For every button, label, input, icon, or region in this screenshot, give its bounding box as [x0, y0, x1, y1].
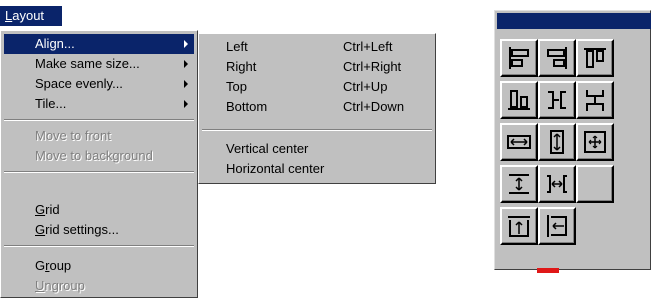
- accel-letter: U: [35, 278, 45, 293]
- same-width-icon: [507, 135, 531, 149]
- menu-item-label: Ungroup: [35, 276, 85, 296]
- menu-separator: [4, 119, 194, 121]
- submenu-item-label: Top: [226, 79, 247, 94]
- menu-item-space-evenly[interactable]: Space evenly...: [4, 74, 194, 94]
- align-right-button[interactable]: [538, 39, 576, 77]
- menu-item-grid-settings[interactable]: Grid settings...: [4, 220, 194, 240]
- submenu-item-left[interactable]: Left Ctrl+Left: [202, 37, 432, 57]
- submenu-item-label: Left: [226, 39, 248, 54]
- same-size-icon: [584, 131, 606, 153]
- space-vertical-button[interactable]: [500, 165, 538, 203]
- menu-item-move-to-front: Move to front: [4, 126, 194, 146]
- align-left-icon: [509, 47, 529, 69]
- accel-letter: G: [35, 222, 46, 237]
- submenu-item-label: Horizontal center: [226, 161, 325, 176]
- menu-item-label: Grid: [35, 200, 60, 220]
- tile-vertical-icon: [508, 216, 530, 237]
- layout-dropdown-menu: Align... Make same size... Space evenly.…: [0, 30, 198, 298]
- accel-letter: G: [35, 202, 46, 217]
- align-top-button[interactable]: [576, 39, 614, 77]
- submenu-item-label: Bottom: [226, 99, 268, 114]
- shortcut-text: Ctrl+Down: [343, 99, 405, 114]
- align-right-icon: [547, 47, 567, 69]
- vertical-center-button[interactable]: [538, 81, 576, 119]
- shortcut-text: Ctrl+Left: [343, 39, 393, 54]
- layout-menu-title[interactable]: Layout: [0, 6, 62, 26]
- menu-item-label: Align...: [35, 36, 75, 51]
- submenu-item-horizontal-center[interactable]: Horizontal center: [202, 159, 432, 179]
- label-rest: rid: [45, 202, 60, 217]
- blank-icon: [581, 170, 609, 198]
- label-rest: rid settings...: [45, 222, 119, 237]
- tile-horizontal-button[interactable]: [538, 207, 576, 245]
- submenu-item-label: Right: [226, 59, 257, 74]
- red-indicator: [537, 268, 559, 273]
- space-vertical-icon: [509, 174, 529, 194]
- horizontal-center-icon: [586, 90, 604, 111]
- menu-item-label: Move to front: [35, 128, 111, 143]
- menu-item-grid[interactable]: Grid: [4, 200, 194, 220]
- menu-item-label: Group: [35, 256, 71, 276]
- submenu-arrow-icon: [184, 40, 188, 48]
- horizontal-center-button[interactable]: [576, 81, 614, 119]
- menu-item-label: Move to background: [35, 148, 153, 163]
- menu-separator: [4, 171, 194, 173]
- menu-item-group[interactable]: Group: [4, 256, 194, 276]
- submenu-arrow-icon: [184, 80, 188, 88]
- submenu-arrow-icon: [184, 60, 188, 68]
- alignment-palette: [494, 10, 651, 270]
- submenu-item-top[interactable]: Top Ctrl+Up: [202, 77, 432, 97]
- shortcut-text: Ctrl+Right: [343, 59, 402, 74]
- align-bottom-icon: [508, 90, 530, 110]
- layout-title-rest: ayout: [12, 8, 45, 23]
- same-width-button[interactable]: [500, 123, 538, 161]
- tile-vertical-button[interactable]: [500, 207, 538, 245]
- palette-title-bar[interactable]: [497, 13, 651, 29]
- blank-button[interactable]: [576, 165, 614, 203]
- menu-item-label: Grid settings...: [35, 220, 119, 240]
- menu-separator: [4, 245, 194, 247]
- align-left-button[interactable]: [500, 39, 538, 77]
- space-horizontal-icon: [547, 175, 567, 193]
- menu-item-tile[interactable]: Tile...: [4, 94, 194, 114]
- menu-item-move-to-background: Move to background: [4, 146, 194, 166]
- label-rest: ngroup: [44, 278, 85, 293]
- same-height-icon: [550, 130, 564, 154]
- submenu-arrow-icon: [184, 100, 188, 108]
- menu-item-align[interactable]: Align...: [4, 34, 194, 54]
- submenu-item-vertical-center[interactable]: Vertical center: [202, 139, 432, 159]
- menu-item-label: Tile...: [35, 96, 67, 111]
- vertical-center-icon: [548, 91, 566, 109]
- menu-item-label: Space evenly...: [35, 76, 123, 91]
- align-submenu: Left Ctrl+Left Right Ctrl+Right Top Ctrl…: [198, 33, 436, 184]
- align-bottom-button[interactable]: [500, 81, 538, 119]
- label-rest: oup: [49, 258, 72, 273]
- submenu-separator: [202, 129, 432, 131]
- shortcut-text: Ctrl+Up: [343, 79, 388, 94]
- menu-item-ungroup: Ungroup: [4, 276, 194, 296]
- tile-horizontal-icon: [547, 215, 567, 237]
- menu-item-label: Make same size...: [35, 56, 140, 71]
- same-height-button[interactable]: [538, 123, 576, 161]
- submenu-item-label: Vertical center: [226, 141, 309, 156]
- submenu-item-right[interactable]: Right Ctrl+Right: [202, 57, 432, 77]
- align-top-icon: [584, 48, 606, 68]
- space-horizontal-button[interactable]: [538, 165, 576, 203]
- submenu-item-bottom[interactable]: Bottom Ctrl+Down: [202, 97, 432, 117]
- menu-item-make-same-size[interactable]: Make same size...: [4, 54, 194, 74]
- label-pre: G: [35, 258, 46, 273]
- same-size-button[interactable]: [576, 123, 614, 161]
